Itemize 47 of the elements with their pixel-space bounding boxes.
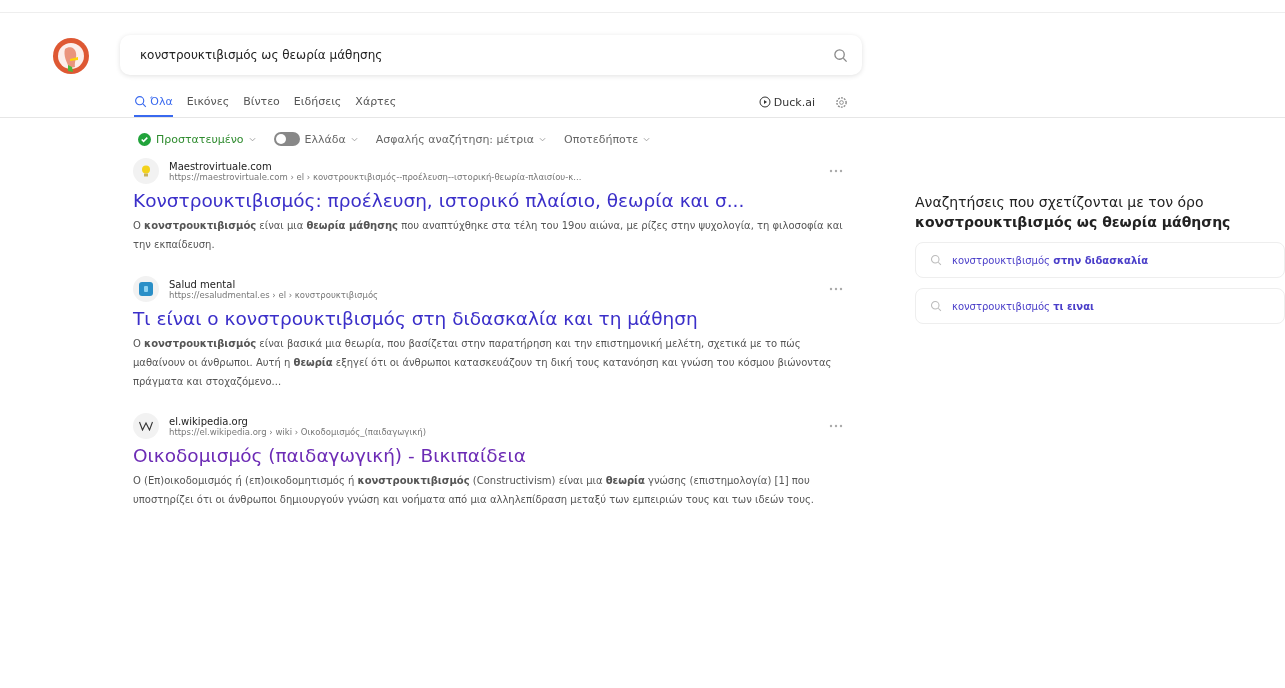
check-icon bbox=[138, 132, 151, 146]
more-options-icon[interactable] bbox=[829, 424, 843, 428]
related-query: κονστρουκτιβισμός ως θεωρία μάθησης bbox=[915, 213, 1232, 232]
result-url[interactable]: https://esaludmental.es › el › κονστρουκτιβισμός bbox=[169, 289, 819, 300]
search-field[interactable]: κονστρουκτιβισμός ως θεωρία μάθησης bbox=[120, 35, 862, 75]
search-icon bbox=[930, 300, 942, 312]
result-title[interactable]: Κονστρουκτιβισμός: προέλευση, ιστορικό πλαίσιο, θεωρία και σ... bbox=[133, 190, 843, 211]
wikipedia-icon bbox=[139, 421, 153, 431]
related-title: Αναζητήσεις που σχετίζονται με τον όρο bbox=[915, 193, 1205, 212]
result-url[interactable]: https://el.wikipedia.org › wiki › Οικοδομισμός_(παιδαγωγική) bbox=[169, 426, 819, 437]
search-tab[interactable]: Χάρτες bbox=[355, 87, 397, 117]
chevron-icon bbox=[643, 136, 651, 142]
app-icon bbox=[139, 282, 153, 296]
search-icon bbox=[833, 47, 848, 63]
search-tab[interactable]: Βίντεο bbox=[243, 87, 280, 117]
result-title[interactable]: Οικοδομισμός (παιδαγωγική) - Βικιπαίδεια bbox=[133, 445, 843, 466]
result-url[interactable]: https://maestrovirtuale.com › el › κονστρουκτιβισμός--προέλευση--ιστορική-θεωρία-πλαισίου-κ... bbox=[169, 171, 819, 182]
related-search[interactable]: κονστρουκτιβισμός τι ειναι bbox=[915, 288, 1285, 324]
more-options-icon[interactable] bbox=[829, 287, 843, 291]
search-tab[interactable]: Ειδήσεις bbox=[293, 87, 342, 117]
duck-logo[interactable] bbox=[52, 37, 90, 75]
related-search[interactable]: κονστρουκτιβισμός στην διδασκαλία bbox=[915, 242, 1285, 278]
result-snippet: Ο κονστρουκτιβισμός είναι βασικά μια θεωρία, που βασίζεται στην παρατήρηση και την επιστημονική μελέτη, σχετικά με το πώς μαθαίνουν οι άνθρωποι. Αυτή η θεωρία εξηγεί ότι οι άνθρωποι κατασκευάζουν τη δική τους κατανόηση και γνώση του κόσμου βιώνοντας πράγματα και στοχαζόμενο... bbox=[133, 337, 833, 389]
chevron-icon bbox=[248, 136, 256, 142]
chevron-icon bbox=[350, 136, 358, 142]
result-snippet: Ο (Επ)οικοδομισμός ή (επ)οικοδομητισμός ή κονστρουκτιβισμός (Constructivism) είναι μια θεωρία γνώσης (επιστημολογία) [1] που υποστηρίζει ότι οι άνθρωποι δημιουργούν γνώση και νοήματα από μια αλληλεπίδραση μεταξύ των εμπειριών τους και των ιδεών τους. bbox=[133, 474, 816, 507]
related-search-text: κονστρουκτιβισμός στην διδασκαλία bbox=[952, 254, 1149, 266]
filter-dropdown[interactable]: Ασφαλής αναζήτηση: μέτρια bbox=[375, 132, 547, 146]
search-icon bbox=[930, 254, 942, 266]
duck-ai-link[interactable]: Duck.ai bbox=[758, 95, 815, 109]
search-tab[interactable]: Εικόνες bbox=[186, 87, 230, 117]
result-title[interactable]: Τι είναι ο κονστρουκτιβισμός στη διδασκαλία και τη μάθηση bbox=[133, 308, 843, 329]
related-search-text: κονστρουκτιβισμός τι ειναι bbox=[952, 300, 1094, 312]
search-icon bbox=[134, 94, 147, 108]
search-query: κονστρουκτιβισμός ως θεωρία μάθησης bbox=[140, 48, 383, 62]
settings-icon[interactable] bbox=[835, 95, 848, 109]
site-name: el.wikipedia.org bbox=[169, 415, 249, 427]
region-toggle[interactable] bbox=[273, 132, 300, 146]
site-name: Salud mental bbox=[169, 278, 237, 290]
region-filter[interactable]: Ελλάδα bbox=[273, 132, 358, 146]
more-options-icon[interactable] bbox=[829, 169, 843, 173]
lightbulb-icon bbox=[141, 165, 151, 177]
site-name: Maestrovirtuale.com bbox=[169, 160, 273, 172]
chevron-icon bbox=[539, 136, 547, 142]
filter-dropdown[interactable]: Οποτεδήποτε bbox=[564, 132, 651, 146]
protection-filter[interactable]: Προστατευμένο bbox=[138, 132, 256, 146]
result-snippet: Ο κονστρουκτιβισμός είναι μια θεωρία μάθησης που αναπτύχθηκε στα τέλη του 19ου αιώνα, με ρίζες στην ψυχολογία, τη φιλοσοφία και την εκπαίδευση. bbox=[133, 219, 843, 252]
